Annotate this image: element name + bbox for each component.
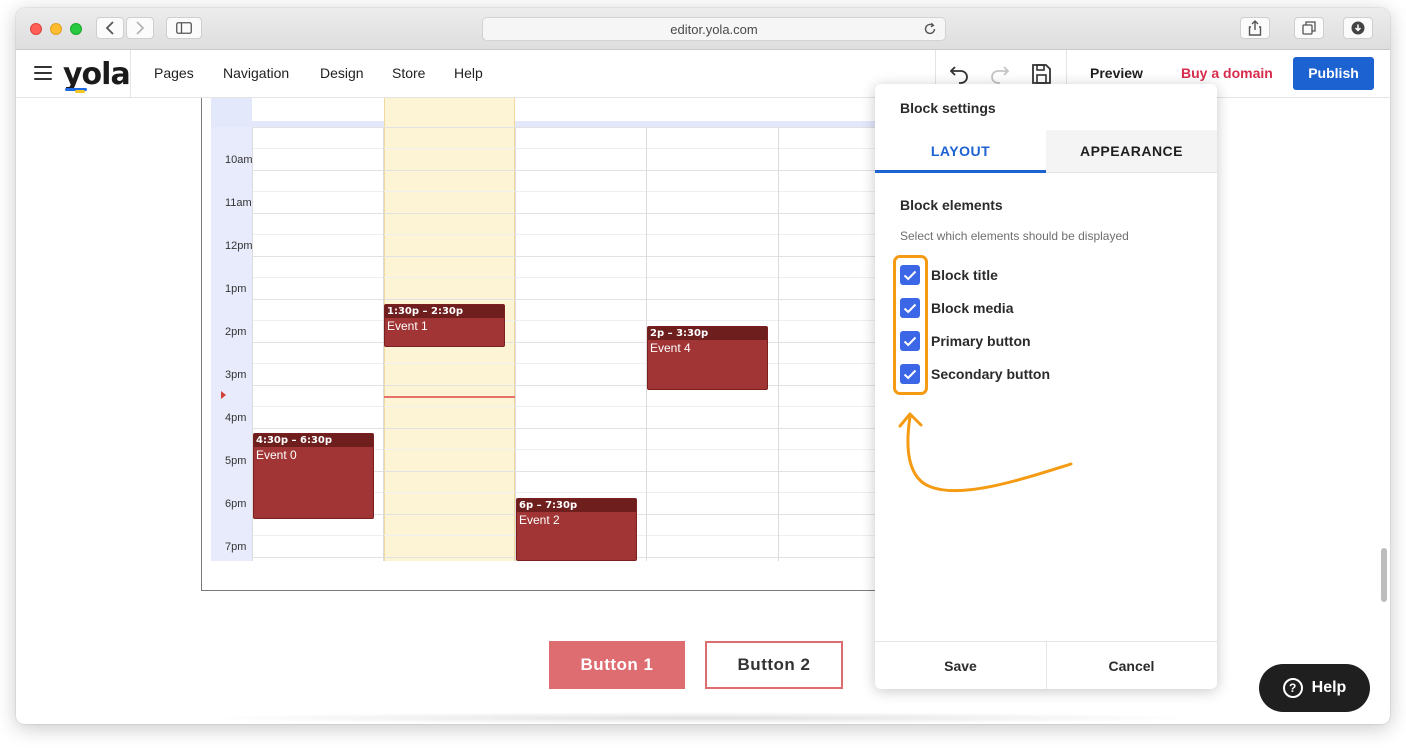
hamburger-menu-icon[interactable] [34, 66, 52, 80]
publish-button[interactable]: Publish [1293, 57, 1374, 90]
preview-button[interactable]: Preview [1090, 65, 1143, 81]
hour-label: 4pm [225, 412, 247, 424]
hour-label: 11am [225, 197, 252, 209]
calendar-day-header-row [252, 98, 891, 121]
header-divider [130, 50, 131, 98]
help-label: Help [1311, 679, 1347, 696]
primary-button-label: Primary button [931, 333, 1031, 349]
menu-design[interactable]: Design [320, 65, 364, 81]
settings-tabs: LAYOUT APPEARANCE [875, 130, 1217, 173]
sidebar-toggle-button[interactable] [166, 17, 202, 39]
page-scrollbar[interactable] [1381, 548, 1387, 602]
menu-help[interactable]: Help [454, 65, 483, 81]
page-shadow [196, 712, 1206, 724]
event-time: 6p – 7:30p [517, 499, 636, 512]
secondary-block-button[interactable]: Button 2 [705, 641, 843, 689]
event-title: Event 1 [387, 319, 428, 333]
question-icon: ? [1282, 678, 1303, 698]
current-time-line [384, 396, 515, 398]
tabs-icon [1302, 21, 1316, 35]
hour-label: 3pm [225, 369, 247, 381]
browser-toolbar: editor.yola.com [16, 8, 1390, 50]
tab-layout[interactable]: LAYOUT [875, 130, 1046, 173]
hour-label: 2pm [225, 326, 247, 338]
hour-label: 10am [225, 154, 253, 166]
help-button[interactable]: ? Help [1259, 664, 1370, 712]
redo-icon[interactable] [988, 62, 1012, 86]
minimize-window-button[interactable] [50, 23, 62, 35]
block-elements-title: Block elements [900, 197, 1003, 213]
event-time: 2p – 3:30p [648, 327, 767, 340]
tab-appearance[interactable]: APPEARANCE [1046, 130, 1217, 173]
menu-pages[interactable]: Pages [154, 65, 194, 81]
hour-label: 12pm [225, 240, 253, 252]
download-icon [1351, 21, 1365, 35]
logo-accent-yellow [75, 90, 85, 93]
current-time-marker [221, 391, 226, 399]
primary-block-button[interactable]: Button 1 [549, 641, 685, 689]
tabs-overview-button[interactable] [1294, 17, 1324, 39]
event-title: Event 2 [519, 513, 560, 527]
annotation-highlight-box [893, 255, 928, 395]
menu-navigation[interactable]: Navigation [223, 65, 289, 81]
event-time: 1:30p – 2:30p [385, 305, 504, 318]
share-icon [1248, 20, 1262, 36]
undo-icon[interactable] [947, 62, 971, 86]
menu-store[interactable]: Store [392, 65, 425, 81]
hour-label: 5pm [225, 455, 247, 467]
block-elements-subtitle: Select which elements should be displaye… [900, 229, 1129, 243]
hour-label: 7pm [225, 541, 247, 553]
block-settings-panel: Block settings LAYOUT APPEARANCE Block e… [875, 84, 1217, 690]
calendar-event[interactable]: 6p – 7:30p Event 2 [516, 498, 637, 561]
calendar-event[interactable]: 2p – 3:30p Event 4 [647, 326, 768, 390]
cancel-button[interactable]: Cancel [1046, 642, 1217, 690]
zoom-window-button[interactable] [70, 23, 82, 35]
buy-domain-link[interactable]: Buy a domain [1181, 65, 1273, 81]
event-time: 4:30p – 6:30p [254, 434, 373, 447]
close-window-button[interactable] [30, 23, 42, 35]
calendar-event[interactable]: 1:30p – 2:30p Event 1 [384, 304, 505, 347]
hour-label: 6pm [225, 498, 247, 510]
share-button[interactable] [1240, 17, 1270, 39]
calendar-event[interactable]: 4:30p – 6:30p Event 0 [253, 433, 374, 519]
browser-window: editor.yola.com yola Pages Navigation De… [16, 8, 1390, 724]
calendar-view: 10am 11am 12pm 1pm 2pm 3pm 4pm 5pm 6pm 7… [211, 98, 891, 561]
block-media-label: Block media [931, 300, 1014, 316]
chevron-right-icon [136, 21, 145, 35]
back-button[interactable] [96, 17, 124, 39]
address-bar-url: editor.yola.com [670, 22, 758, 37]
forward-button[interactable] [126, 17, 154, 39]
calendar-block[interactable]: 10am 11am 12pm 1pm 2pm 3pm 4pm 5pm 6pm 7… [201, 98, 901, 591]
yola-logo[interactable]: yola [63, 57, 131, 93]
event-title: Event 4 [650, 341, 691, 355]
event-title: Event 0 [256, 448, 297, 462]
reload-icon[interactable] [923, 22, 937, 36]
address-bar[interactable]: editor.yola.com [482, 17, 946, 41]
logo-text: yola [63, 57, 131, 92]
annotation-arrow-icon [898, 412, 1073, 493]
hour-label: 1pm [225, 283, 247, 295]
sidebar-icon [176, 22, 192, 34]
secondary-button-label: Secondary button [931, 366, 1051, 382]
save-icon[interactable] [1029, 62, 1053, 86]
panel-footer: Save Cancel [875, 641, 1217, 690]
chevron-left-icon [105, 21, 114, 35]
block-title-label: Block title [931, 267, 998, 283]
panel-title: Block settings [900, 100, 996, 116]
save-button[interactable]: Save [875, 642, 1046, 690]
downloads-button[interactable] [1343, 17, 1373, 39]
